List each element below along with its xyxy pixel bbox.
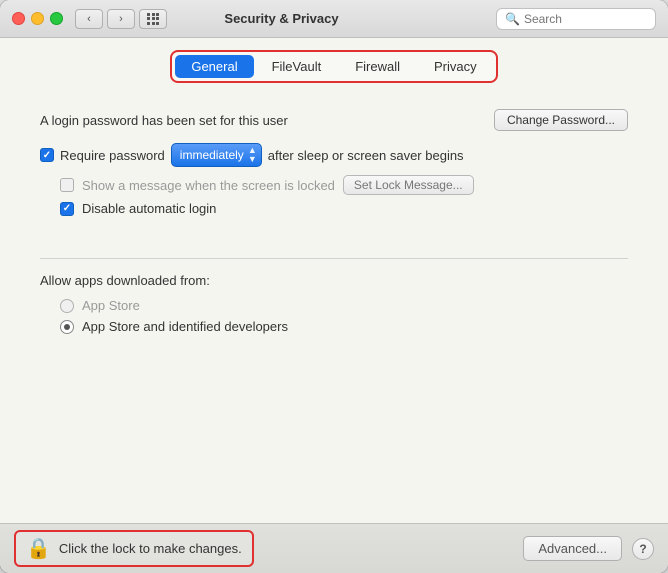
security-privacy-window: ‹ › Security & Privacy 🔍 General FileVau… (0, 0, 668, 573)
app-store-identified-label: App Store and identified developers (82, 319, 288, 334)
close-button[interactable] (12, 12, 25, 25)
allow-apps-title: Allow apps downloaded from: (40, 273, 628, 288)
show-message-label: Show a message when the screen is locked (82, 178, 335, 193)
advanced-button[interactable]: Advanced... (523, 536, 622, 561)
lock-text: Click the lock to make changes. (59, 541, 242, 556)
password-section: A login password has been set for this u… (40, 101, 628, 238)
app-store-radio[interactable] (60, 299, 74, 313)
require-password-label: Require password (60, 148, 165, 163)
tab-filevault[interactable]: FileVault (256, 55, 338, 78)
app-store-identified-radio[interactable] (60, 320, 74, 334)
tab-privacy[interactable]: Privacy (418, 55, 493, 78)
app-store-label: App Store (82, 298, 140, 313)
app-store-identified-radio-row: App Store and identified developers (60, 319, 628, 334)
immediately-value: immediately (180, 148, 244, 162)
search-input[interactable] (524, 12, 647, 26)
login-password-row: A login password has been set for this u… (40, 109, 628, 131)
require-password-checkbox[interactable] (40, 148, 54, 162)
set-lock-message-button[interactable]: Set Lock Message... (343, 175, 474, 195)
show-message-checkbox[interactable] (60, 178, 74, 192)
change-password-button[interactable]: Change Password... (494, 109, 628, 131)
require-password-row: Require password immediately ▲ ▼ after s… (40, 143, 628, 167)
allow-apps-section: Allow apps downloaded from: App Store Ap… (40, 258, 628, 340)
disable-login-label: Disable automatic login (82, 201, 216, 216)
tabs-wrapper: General FileVault Firewall Privacy (170, 50, 497, 83)
help-button[interactable]: ? (632, 538, 654, 560)
maximize-button[interactable] (50, 12, 63, 25)
tab-general[interactable]: General (175, 55, 253, 78)
minimize-button[interactable] (31, 12, 44, 25)
search-bar[interactable]: 🔍 (496, 8, 656, 30)
main-content: A login password has been set for this u… (0, 91, 668, 523)
login-password-text: A login password has been set for this u… (40, 113, 288, 128)
lock-section: 🔒 Click the lock to make changes. (14, 530, 254, 567)
app-store-radio-row: App Store (60, 298, 628, 313)
lock-icon[interactable]: 🔒 (26, 536, 51, 561)
tabs-container: General FileVault Firewall Privacy (0, 38, 668, 91)
disable-login-row: Disable automatic login (60, 201, 628, 216)
tab-firewall[interactable]: Firewall (339, 55, 416, 78)
dropdown-arrows-icon: ▲ ▼ (248, 146, 257, 164)
window-title: Security & Privacy (67, 11, 496, 26)
disable-login-checkbox[interactable] (60, 202, 74, 216)
immediately-dropdown[interactable]: immediately ▲ ▼ (171, 143, 262, 167)
after-sleep-text: after sleep or screen saver begins (268, 148, 464, 163)
traffic-lights (12, 12, 63, 25)
bottom-bar: 🔒 Click the lock to make changes. Advanc… (0, 523, 668, 573)
search-icon: 🔍 (505, 12, 520, 26)
show-message-row: Show a message when the screen is locked… (60, 175, 628, 195)
title-bar: ‹ › Security & Privacy 🔍 (0, 0, 668, 38)
